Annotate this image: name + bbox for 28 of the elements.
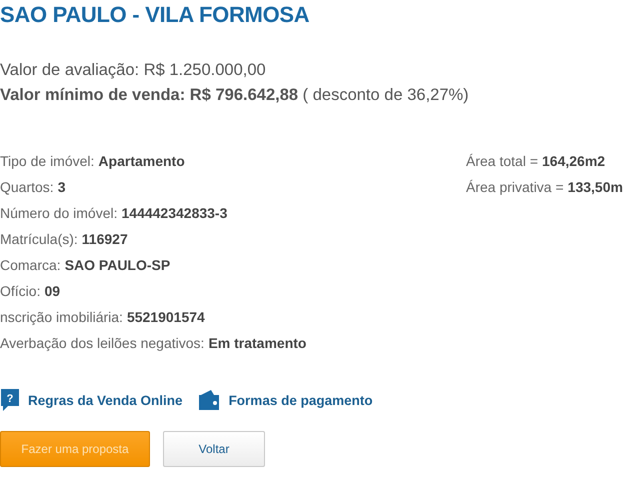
field-label: Área privativa = — [466, 178, 564, 197]
link[interactable]: Formas de pagamento — [196, 389, 373, 411]
minimum-price-text: Valor mínimo de venda: R$ 796.642,88 ( desconto de 36,27%) — [0, 85, 470, 106]
field-label: Quartos: — [0, 178, 54, 197]
field-label: Área total = — [466, 152, 538, 171]
field-value: Em tratamento — [208, 334, 306, 353]
field-label: Averbação dos leilões negativos: — [0, 334, 204, 353]
field-label: Tipo de imóvel: — [0, 152, 94, 171]
field-value: 116927 — [82, 230, 128, 249]
field-label: Número do imóvel: — [0, 204, 118, 223]
field-value: 09 — [44, 282, 60, 301]
field-label: Comarca: — [0, 256, 61, 275]
field-value: 3 — [58, 178, 66, 197]
field-value: Apartamento — [98, 152, 185, 171]
back-button[interactable]: Voltar — [163, 431, 265, 467]
link[interactable]: ? Regras da Venda Online — [0, 388, 183, 412]
wallet-icon[interactable] — [196, 389, 221, 411]
page-title: SAO PAULO - VILA FORMOSA — [0, 2, 310, 28]
valuation-text: Valor de avaliação: R$ 1.250.000,00 — [0, 60, 267, 81]
help-icon[interactable]: ? — [0, 388, 20, 412]
field-value: 133,50m — [568, 178, 623, 197]
field-label: Matrícula(s): — [0, 230, 78, 249]
field-value: SAO PAULO-SP — [64, 256, 170, 275]
field-label: nscrição imobiliária: — [0, 308, 123, 327]
field-value: 144442342833-3 — [122, 204, 228, 223]
field-value: 5521901574 — [126, 308, 205, 327]
field-label: Ofício: — [0, 282, 40, 301]
field-value: 164,26m2 — [542, 152, 606, 171]
